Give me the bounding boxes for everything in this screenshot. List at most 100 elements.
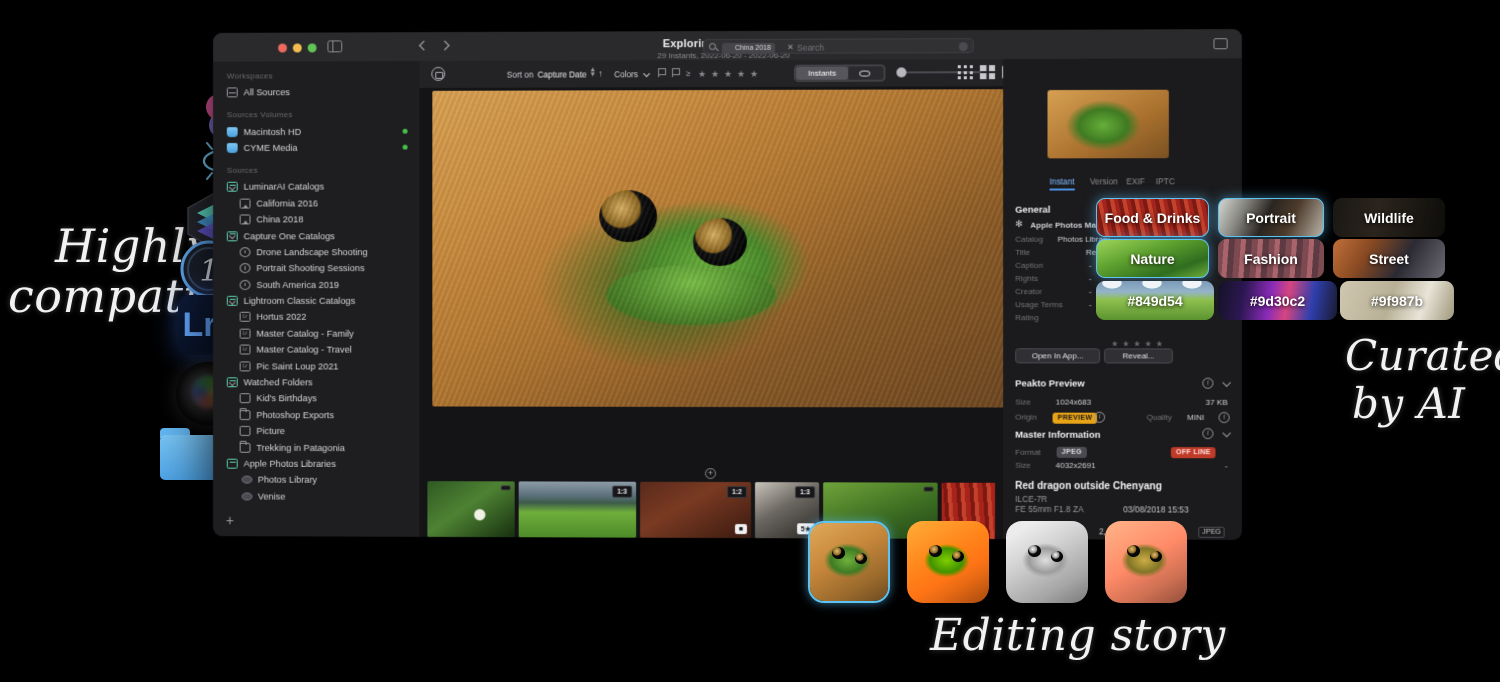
search-input[interactable]: China 2018 ✕ Search (703, 38, 974, 55)
add-to-filmstrip-icon[interactable]: + (705, 467, 717, 479)
variant-detail (832, 547, 845, 559)
catalog-icon (239, 198, 251, 209)
sidebar-item-watched-folders[interactable]: Watched Folders (213, 374, 419, 391)
sidebar-item-south-america-2019[interactable]: South America 2019 (213, 277, 419, 293)
rating-star-4[interactable]: ★ (737, 69, 745, 80)
category-tile-nature[interactable]: Nature (1096, 239, 1209, 278)
category-tile-food-drinks[interactable]: Food & Drinks (1096, 198, 1209, 237)
category-tile-wildlife[interactable]: Wildlife (1333, 198, 1445, 237)
segment-instants[interactable]: Instants (796, 66, 849, 80)
inspector-toggle-icon[interactable] (1213, 38, 1228, 50)
sidebar-item-portrait-shooting-sessions[interactable]: Portrait Shooting Sessions (213, 260, 419, 276)
info-icon[interactable]: i (1202, 377, 1214, 389)
sidebar-item-master-catalog-travel[interactable]: Lr Master Catalog - Travel (213, 342, 419, 358)
add-source-button[interactable]: + (223, 512, 237, 528)
sidebar-item-photoshop-exports[interactable]: Photoshop Exports (213, 407, 419, 424)
thumbnail-size-slider-knob[interactable] (896, 67, 907, 78)
sidebar-item-label: Picture (256, 426, 285, 437)
sidebar-item-label: Apple Photos Libraries (243, 458, 336, 469)
category-tile-street[interactable]: Street (1333, 239, 1445, 278)
sidebar-item-luminarai-catalogs[interactable]: LuminarAI Catalogs (213, 179, 419, 196)
tab-exif[interactable]: EXIF (1126, 176, 1145, 186)
sidebar-item-master-catalog-family[interactable]: Lr Master Catalog - Family (213, 325, 419, 341)
sidebar-item-photos-library[interactable]: Photos Library (213, 472, 419, 489)
catalog-icon (239, 214, 251, 225)
list-item[interactable]: 1:2 ■ (640, 481, 752, 539)
sidebar-item-capture-one-catalogs[interactable]: Capture One Catalogs (213, 228, 419, 244)
general-key: Caption (1015, 260, 1044, 270)
clear-search-icon[interactable]: ✕ (787, 42, 794, 51)
preview-size-value: 1024x683 (1055, 397, 1092, 407)
rating-star-5[interactable]: ★ (750, 69, 758, 80)
instants-segmented-control[interactable]: Instants (794, 64, 886, 82)
category-tile-fashion[interactable]: Fashion (1218, 239, 1324, 278)
sidebar-item-venise[interactable]: Venise (213, 488, 419, 505)
workspace-icon (226, 87, 238, 98)
info-icon[interactable]: i (1202, 428, 1214, 440)
folder-icon (239, 426, 251, 437)
variant-bw[interactable] (1006, 521, 1088, 603)
sort-direction-icon[interactable]: ↑ (598, 68, 602, 78)
chevron-down-icon[interactable] (643, 70, 651, 78)
variant-warm[interactable] (907, 521, 989, 603)
flag-pick-icon[interactable] (658, 68, 666, 77)
flag-reject-icon[interactable] (672, 68, 680, 77)
sidebar-item-pic-saint-loup-2021[interactable]: Lr Pic Saint Loup 2021 (213, 358, 419, 375)
segment-preview-toggle[interactable] (848, 66, 884, 80)
rating-star-3[interactable]: ★ (1133, 339, 1140, 348)
rating-star-1[interactable]: ★ (698, 69, 706, 80)
rating-star-3[interactable]: ★ (724, 69, 732, 80)
variant-original[interactable] (808, 521, 890, 603)
sidebar-item-trekking-in-patagonia[interactable]: Trekking in Patagonia (213, 439, 419, 456)
sidebar-item-apple-photos-libraries[interactable]: Apple Photos Libraries (213, 455, 419, 472)
list-item[interactable]: 1:3 (518, 481, 637, 538)
search-token[interactable]: China 2018 (722, 42, 775, 54)
rating-star-5[interactable]: ★ (1156, 339, 1163, 348)
color-tile-9f987b[interactable]: #9f987b (1340, 281, 1454, 320)
sidebar: Workspaces All Sources Sources Volumes M… (213, 61, 420, 537)
inspector-thumbnail[interactable] (1047, 89, 1169, 159)
list-item[interactable] (427, 481, 515, 538)
sidebar-item-hortus-2022[interactable]: Lr Hortus 2022 (213, 309, 419, 325)
rating-gte-label[interactable]: ≥ (686, 69, 690, 78)
sidebar-item-all-sources[interactable]: All Sources (213, 84, 419, 101)
grid-dense-view-icon[interactable] (957, 65, 973, 80)
sidebar-item-drone-landscape-shooting[interactable]: Drone Landscape Shooting (213, 244, 419, 260)
category-tile-label: Nature (1130, 250, 1175, 267)
reveal-button[interactable]: Reveal... (1104, 348, 1173, 364)
sidebar-item-picture[interactable]: Picture (213, 423, 419, 440)
info-icon[interactable]: i (1218, 411, 1230, 424)
sort-stepper-icon[interactable]: ▲ ▼ (589, 66, 596, 78)
camera-filter-icon[interactable] (431, 66, 446, 81)
color-tile-9d30c2[interactable]: #9d30c2 (1218, 281, 1337, 320)
rating-star-4[interactable]: ★ (1145, 339, 1152, 348)
grid-large-view-icon[interactable] (979, 65, 996, 80)
sidebar-item-lightroom-classic-catalogs[interactable]: Lightroom Classic Catalogs (213, 293, 419, 309)
sort-value-dropdown[interactable]: Capture Date (538, 69, 587, 79)
catalog-group-icon (226, 230, 238, 241)
tab-instant[interactable]: Instant (1050, 176, 1075, 186)
info-icon[interactable]: i (1093, 411, 1106, 423)
colors-dropdown[interactable]: Colors (614, 69, 638, 79)
color-tile-849d54[interactable]: #849d54 (1096, 281, 1214, 320)
category-tile-portrait[interactable]: Portrait (1218, 198, 1324, 237)
sidebar-item-china-2018[interactable]: China 2018 (213, 211, 419, 227)
main-photo-viewer[interactable] (432, 89, 1013, 408)
sidebar-item-kids-birthdays[interactable]: Kid's Birthdays (213, 390, 419, 407)
tab-version[interactable]: Version (1090, 176, 1118, 186)
chevron-down-icon[interactable] (1222, 378, 1231, 388)
variant-red[interactable] (1105, 521, 1187, 603)
master-dash: - (1224, 461, 1228, 471)
rating-star-2[interactable]: ★ (711, 69, 719, 80)
open-in-app-button[interactable]: Open In App... (1015, 348, 1101, 364)
rating-star-2[interactable]: ★ (1122, 339, 1129, 348)
rating-star-1[interactable]: ★ (1111, 339, 1118, 348)
chevron-down-icon[interactable] (1222, 428, 1231, 438)
search-options-icon[interactable] (958, 42, 968, 52)
tab-iptc[interactable]: IPTC (1156, 176, 1175, 186)
sidebar-item-california-2016[interactable]: California 2016 (213, 195, 419, 212)
content-toolbar: Sort on Capture Date ▲ ▼ ↑ Colors ≥ ★ ★ ★… (419, 59, 1060, 88)
lens-model: FE 55mm F1.8 ZA (1015, 503, 1084, 515)
sidebar-item-cyme-media[interactable]: CYME Media (213, 139, 419, 156)
sidebar-item-macintosh-hd[interactable]: Macintosh HD (213, 123, 419, 140)
